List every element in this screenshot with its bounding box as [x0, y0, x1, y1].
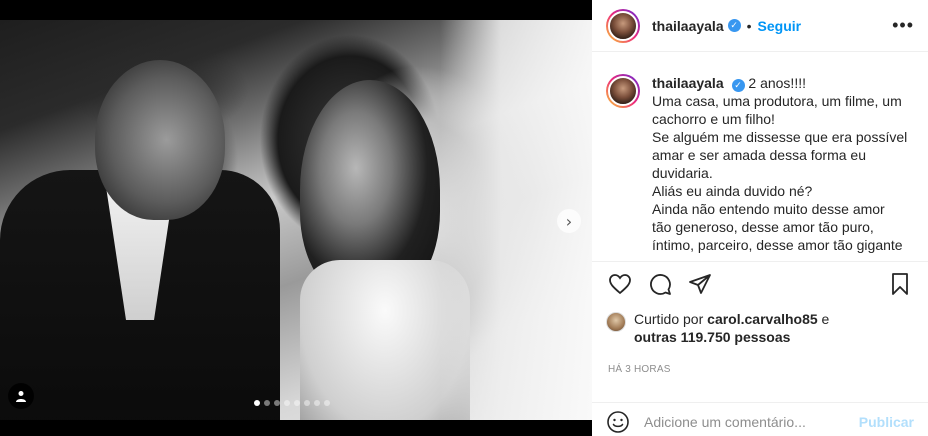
avatar[interactable]: [606, 312, 626, 332]
carousel-dot: [274, 400, 280, 406]
carousel-next-button[interactable]: ›: [557, 209, 581, 233]
liked-by-user[interactable]: carol.carvalho85: [707, 311, 818, 327]
caption-line: íntimo, parceiro, desse amor tão gigante: [652, 237, 903, 253]
action-bar: [592, 262, 928, 306]
carousel-dot: [314, 400, 320, 406]
liked-by-others[interactable]: outras 119.750 pessoas: [634, 329, 790, 345]
caption-line: cachorro e um filho!: [652, 111, 775, 127]
carousel-dot: [254, 400, 260, 406]
post-panel: thailaayala ✓ • Seguir ••• thailaayala ✓…: [592, 0, 928, 436]
caption-username[interactable]: thailaayala: [652, 75, 724, 91]
carousel-dot: [324, 400, 330, 406]
user-tag-icon: [16, 391, 26, 402]
bookmark-icon: [892, 273, 908, 295]
post-photo[interactable]: [0, 20, 592, 420]
caption-avatar[interactable]: [606, 74, 640, 108]
carousel-dot: [304, 400, 310, 406]
post-timestamp[interactable]: Há 3 horas: [592, 346, 928, 375]
emoji-icon[interactable]: [606, 410, 630, 434]
save-button[interactable]: [886, 270, 914, 298]
caption-line: duvidaria.: [652, 165, 713, 181]
photo-subject-groom: [95, 60, 225, 220]
caption-line: Uma casa, uma produtora, um filme, um: [652, 93, 902, 109]
likes-text: Curtido por carol.carvalho85 e outras 11…: [634, 310, 829, 346]
carousel-dot: [284, 400, 290, 406]
caption-line: amar e ser amada dessa forma eu: [652, 147, 866, 163]
caption-line: Aliás eu ainda duvido né?: [652, 183, 813, 199]
verified-icon: ✓: [727, 19, 741, 32]
comment-icon: [650, 274, 671, 295]
comment-button[interactable]: [646, 270, 674, 298]
likes-section: Curtido por carol.carvalho85 e outras 11…: [592, 306, 928, 346]
avatar[interactable]: [606, 8, 640, 43]
caption-line: tão generoso, desse amor tão puro,: [652, 219, 874, 235]
caption-section: thailaayala ✓ 2 anos!!!! Uma casa, uma p…: [592, 52, 928, 262]
post-header: thailaayala ✓ • Seguir •••: [592, 0, 928, 52]
comment-input[interactable]: [644, 413, 859, 430]
liked-by-and: e: [817, 311, 830, 327]
caption-line: Se alguém me dissesse que era possível: [652, 129, 908, 145]
share-icon: [689, 274, 711, 294]
verified-icon: ✓: [731, 78, 745, 92]
like-button[interactable]: [606, 270, 634, 298]
carousel-dot: [294, 400, 300, 406]
chevron-right-icon: ›: [565, 211, 573, 231]
publish-button[interactable]: Publicar: [859, 414, 914, 430]
header-username[interactable]: thailaayala: [652, 18, 724, 34]
liked-by-prefix: Curtido por: [634, 311, 708, 327]
more-options-button[interactable]: •••: [892, 15, 914, 36]
heart-icon: [609, 274, 631, 295]
carousel-dots: [254, 400, 330, 406]
carousel-dot: [264, 400, 270, 406]
caption-text: thailaayala ✓ 2 anos!!!! Uma casa, uma p…: [652, 74, 910, 261]
share-button[interactable]: [686, 270, 714, 298]
comment-bar: Publicar: [592, 402, 928, 436]
follow-button[interactable]: Seguir: [758, 18, 802, 34]
caption-line: Ainda não entendo muito desse amor: [652, 201, 885, 217]
caption-first-line: 2 anos!!!!: [748, 75, 806, 91]
separator-dot: •: [746, 17, 752, 34]
user-tag-button[interactable]: [8, 383, 34, 409]
